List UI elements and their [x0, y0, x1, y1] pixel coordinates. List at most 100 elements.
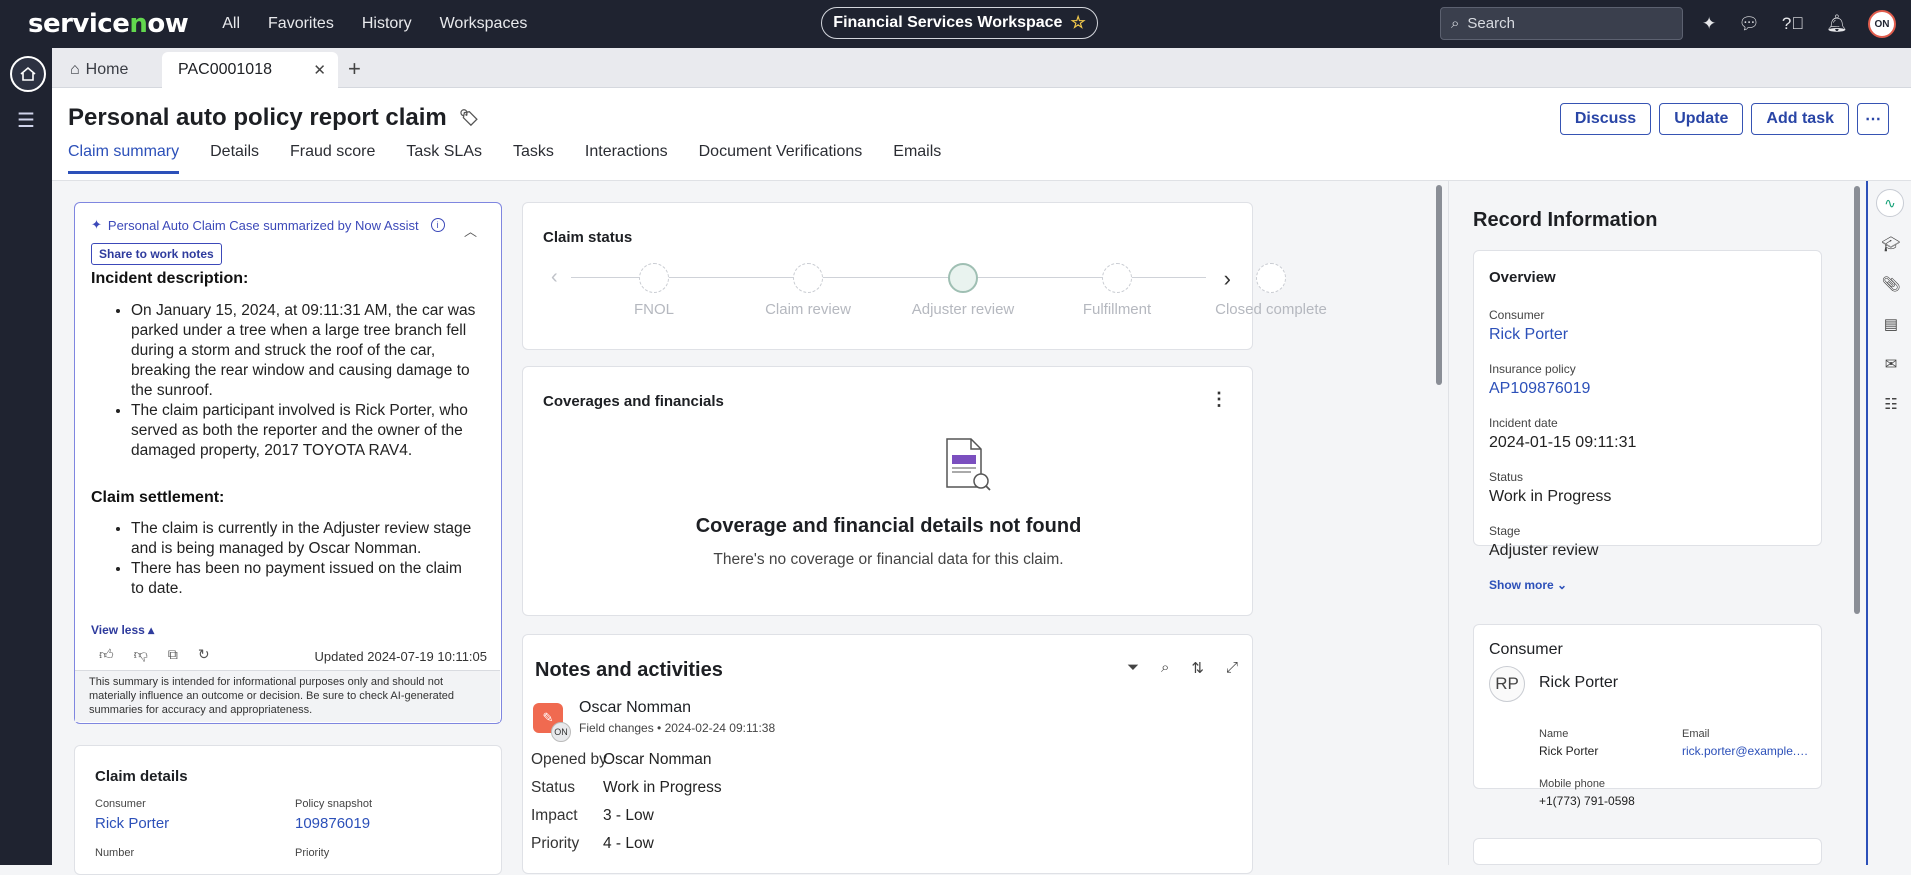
help-icon[interactable]: ?⃝ [1782, 14, 1804, 34]
refresh-icon[interactable]: ↻ [198, 646, 210, 663]
nav-favorites[interactable]: Favorites [268, 15, 334, 33]
more-actions-icon[interactable]: ⋯ [1857, 103, 1889, 135]
thumbs-down-icon[interactable]: 👎︎ [134, 646, 148, 663]
notification-bell-icon[interactable]: 🔔︎ [1826, 14, 1848, 34]
kebab-menu-icon[interactable]: ⋮ [1210, 389, 1228, 410]
step-dot [639, 263, 669, 293]
discuss-button[interactable]: Discuss [1559, 103, 1652, 135]
attachment-icon[interactable]: 📎︎ [1880, 275, 1902, 293]
show-more-link[interactable]: Show more ⌄ [1489, 578, 1567, 592]
field-label: Priority [531, 835, 580, 852]
right-scrollbar[interactable] [1854, 186, 1860, 614]
home-icon[interactable] [10, 56, 46, 92]
tab-claim-summary[interactable]: Claim summary [68, 143, 180, 174]
insurance-policy-link[interactable]: AP109876019 [1489, 380, 1590, 398]
consumer-link[interactable]: Rick Porter [1489, 326, 1568, 344]
coverages-title: Coverages and financials [543, 393, 724, 410]
list-detail-icon[interactable]: ☷ [1880, 395, 1902, 413]
document-icon[interactable]: ▤ [1880, 315, 1902, 333]
list-item: There has been no payment issued on the … [131, 559, 479, 599]
tab-details[interactable]: Details [210, 143, 259, 174]
tab-task-slas[interactable]: Task SLAs [406, 143, 482, 174]
step-adjuster-review: Adjuster review [903, 263, 1023, 318]
filter-icon[interactable]: ⏷ [1127, 659, 1139, 677]
consumer-link[interactable]: Rick Porter [95, 815, 169, 832]
status-value: Work in Progress [1489, 488, 1612, 505]
document-search-icon [941, 437, 993, 498]
servicenow-logo[interactable]: servicenow [28, 9, 189, 39]
top-nav-menu: All Favorites History Workspaces [222, 15, 527, 33]
incident-date-value: 2024-01-15 09:11:31 [1489, 434, 1637, 451]
workspace-tab-strip: ⌂ Home PAC0001018 ✕ + ⋯ [52, 48, 1911, 88]
user-avatar[interactable]: ON [1868, 10, 1896, 38]
search-icon[interactable]: ⌕ [1161, 659, 1169, 677]
nav-history[interactable]: History [362, 15, 412, 33]
claim-details-card: Claim details Consumer Rick Porter Polic… [74, 745, 502, 875]
view-less-link[interactable]: View less ▴ [91, 623, 154, 637]
field-label: Opened by [531, 751, 607, 768]
close-icon[interactable]: ✕ [313, 61, 326, 79]
tab-document-verifications[interactable]: Document Verifications [699, 143, 863, 174]
next-card [1473, 838, 1822, 865]
tab-fraud-score[interactable]: Fraud score [290, 143, 375, 174]
consumer-avatar: RP [1489, 666, 1525, 702]
update-button[interactable]: Update [1659, 103, 1744, 135]
tab-record[interactable]: PAC0001018 ✕ [162, 52, 338, 88]
field-label: Stage [1489, 524, 1521, 538]
page-title: Personal auto policy report claim [68, 104, 447, 131]
graduation-cap-icon[interactable]: 🎓︎ [1880, 235, 1902, 253]
step-dot-current [948, 263, 978, 293]
nav-workspaces[interactable]: Workspaces [440, 15, 528, 33]
incident-heading: Incident description: [91, 270, 249, 287]
star-icon[interactable]: ☆ [1070, 13, 1085, 33]
global-search-input[interactable]: ⌕ Search [1440, 7, 1683, 40]
chevron-up-icon[interactable]: ︿ [464, 221, 477, 240]
step-label: FNOL [633, 301, 674, 318]
chat-icon[interactable]: 💬︎ [1738, 14, 1760, 34]
search-icon: ⌕ [1451, 15, 1460, 32]
nav-all[interactable]: All [222, 15, 240, 33]
share-to-work-notes-button[interactable]: Share to work notes [91, 243, 222, 265]
workspace-title: Financial Services Workspace [833, 14, 1063, 31]
info-icon[interactable]: i [430, 218, 445, 232]
expand-icon[interactable]: ⤢ [1226, 659, 1238, 677]
now-assist-sparkle-icon[interactable]: ✦ [1702, 14, 1716, 34]
assist-header: ✦ Personal Auto Claim Case summarized by… [91, 217, 445, 233]
chevron-left-icon[interactable]: ‹ [551, 266, 558, 289]
email-link[interactable]: rick.porter@example.com [1682, 744, 1812, 758]
sort-icon[interactable]: ⇅ [1191, 659, 1204, 677]
tab-emails[interactable]: Emails [893, 143, 941, 174]
overview-card: Overview Consumer Rick Porter Insurance … [1473, 250, 1822, 559]
step-claim-review: Claim review [748, 263, 868, 318]
tab-interactions[interactable]: Interactions [585, 143, 668, 174]
top-icon-group: ✦ 💬︎ ?⃝ 🔔︎ [1702, 0, 1848, 48]
chevron-right-icon[interactable]: › [1224, 266, 1231, 292]
tag-icon[interactable]: 🏷︎ [459, 108, 479, 128]
add-task-button[interactable]: Add task [1751, 103, 1849, 135]
incident-list: On January 15, 2024, at 09:11:31 AM, the… [113, 301, 479, 461]
tab-tasks[interactable]: Tasks [513, 143, 554, 174]
center-scrollbar[interactable] [1436, 185, 1442, 385]
consumer-heading: Consumer [1489, 641, 1563, 658]
field-value: Oscar Nomman [603, 751, 712, 768]
add-tab-icon[interactable]: + [348, 56, 361, 82]
overview-heading: Overview [1489, 269, 1556, 286]
search-placeholder: Search [1467, 15, 1515, 32]
policy-snapshot-link[interactable]: 109876019 [295, 815, 370, 832]
number-label: Number [95, 847, 135, 859]
workspace-title-pill[interactable]: Financial Services Workspace ☆ [821, 7, 1098, 39]
header-actions: Discuss Update Add task ⋯ [1559, 103, 1889, 135]
copy-icon[interactable]: ⧉ [168, 646, 178, 663]
field-label: Insurance policy [1489, 362, 1576, 376]
step-dot [1256, 263, 1286, 293]
note-author: Oscar Nomman [579, 699, 692, 716]
activity-pulse-icon[interactable]: ∿ [1876, 189, 1904, 217]
left-rail [0, 48, 52, 865]
step-label: Closed complete [1215, 301, 1327, 318]
mail-icon[interactable]: ✉ [1880, 355, 1902, 373]
step-label: Fulfillment [1082, 301, 1152, 318]
tab-home[interactable]: ⌂ Home [58, 52, 140, 88]
thumbs-up-icon[interactable]: 👍︎ [99, 646, 114, 663]
list-item: The claim participant involved is Rick P… [131, 401, 479, 461]
list-icon[interactable]: ☰ [17, 108, 35, 133]
